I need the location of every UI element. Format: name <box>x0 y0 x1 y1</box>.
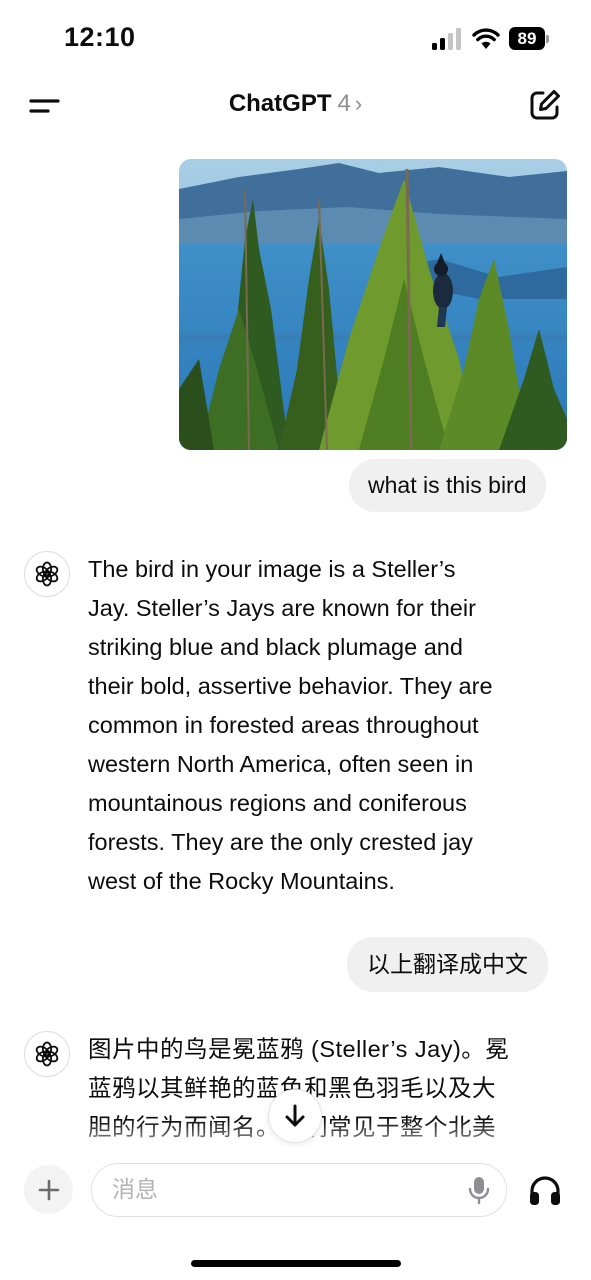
model-version: 4 <box>337 90 351 117</box>
user-message: what is this bird <box>349 459 546 512</box>
app-title: ChatGPT <box>228 90 332 117</box>
message-line: their bold, assertive behavior. They are <box>88 673 493 699</box>
message-line: common in forested areas throughout <box>88 712 479 738</box>
battery-level: 89 <box>509 27 545 50</box>
bird-photo-illustration <box>179 159 567 450</box>
scroll-to-bottom-button[interactable] <box>268 1089 322 1143</box>
chat-screen: 12:10 89 ChatGPT 4 › what is this bird T… <box>0 0 591 1280</box>
openai-logo-icon <box>35 1041 59 1067</box>
edit-icon[interactable] <box>528 88 562 122</box>
uploaded-photo[interactable] <box>179 159 567 450</box>
message-line: striking blue and black plumage and <box>88 634 463 660</box>
message-line: Jay. Steller’s Jays are known for their <box>88 595 476 621</box>
message-line: mountainous regions and coniferous <box>88 790 467 816</box>
plus-icon <box>38 1179 59 1200</box>
assistant-message: The bird in your image is a Steller’s Ja… <box>88 550 558 901</box>
battery-indicator: 89 <box>509 27 549 50</box>
attach-button[interactable] <box>24 1165 73 1214</box>
message-line: 蓝鸦以其鲜艳的蓝色和黑色羽毛以及大 <box>88 1075 496 1101</box>
home-indicator <box>191 1260 401 1267</box>
assistant-avatar <box>24 1031 70 1077</box>
headphones-icon[interactable] <box>527 1172 563 1208</box>
message-line: The bird in your image is a Steller’s <box>88 556 456 582</box>
message-line: 图片中的鸟是冕蓝鸦 (Steller’s Jay)。冕 <box>88 1036 510 1062</box>
microphone-icon[interactable] <box>466 1176 492 1204</box>
cellular-signal-icon <box>432 28 461 50</box>
message-input-container <box>91 1163 507 1217</box>
battery-cap <box>546 35 549 43</box>
message-line: west of the Rocky Mountains. <box>88 868 395 894</box>
status-time: 12:10 <box>64 22 136 52</box>
message-line: forests. They are the only crested jay <box>88 829 473 855</box>
status-bar: 12:10 89 <box>0 0 591 80</box>
user-message: 以上翻译成中文 <box>347 937 548 992</box>
assistant-avatar <box>24 551 70 597</box>
nav-bar: ChatGPT 4 › <box>0 80 591 130</box>
message-input[interactable] <box>112 1164 452 1215</box>
openai-logo-icon <box>35 561 59 587</box>
wifi-icon <box>472 28 500 49</box>
message-line: western North America, often seen in <box>88 751 474 777</box>
chevron-right-icon: › <box>354 91 363 116</box>
arrow-down-icon <box>285 1104 305 1127</box>
model-selector[interactable]: ChatGPT 4 › <box>0 90 591 118</box>
